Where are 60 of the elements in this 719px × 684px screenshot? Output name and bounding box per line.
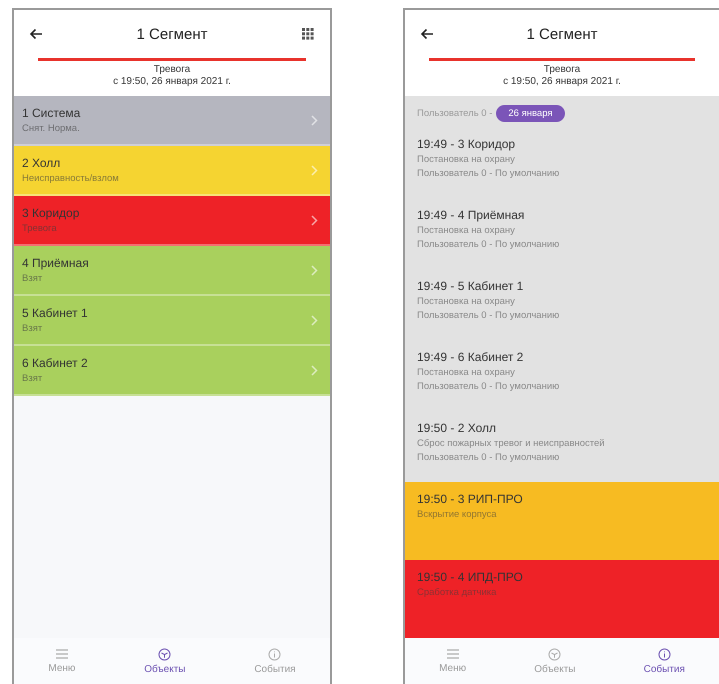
chevron-icon [311, 364, 318, 376]
zone-state: Взят [22, 273, 44, 284]
status-label: Тревога [544, 64, 580, 76]
menu-icon [54, 648, 69, 660]
zone-state: Взят [22, 373, 44, 384]
event-line: Пользователь 0 - [417, 108, 492, 119]
nav-tab[interactable]: События [644, 648, 685, 674]
back-arrow-icon [29, 28, 43, 40]
event-line: Пользователь 0 - По умолчанию [417, 168, 560, 179]
info-icon [268, 648, 282, 660]
event-title: 19:49 - 4 Приёмная [417, 208, 526, 222]
event-line: Постановка на охрану [417, 154, 516, 165]
zone-row[interactable]: 6 Кабинет 2 Взят [14, 346, 330, 396]
event-line: Пользователь 0 - По умолчанию [417, 452, 560, 463]
event-line: Пользователь 0 - По умолчанию [417, 239, 560, 250]
event-title: 19:50 - 3 РИП-ПРО [417, 492, 524, 506]
event-line: Пользователь 0 - По умолчанию [417, 381, 560, 392]
chevron-icon [311, 264, 318, 276]
zone-name: 1 Система [22, 106, 80, 120]
info-icon [658, 648, 671, 660]
event-line: Постановка на охрану [417, 296, 516, 307]
menu-icon [446, 648, 460, 660]
chevron-icon [311, 314, 318, 326]
nav-tab[interactable]: Объекты [144, 648, 186, 674]
zone-state: Неисправность/взлом [22, 173, 119, 184]
event-line: Постановка на охрану [417, 367, 516, 378]
event-title: 19:49 - 3 Коридор [417, 137, 516, 151]
zone-name: 2 Холл [22, 156, 62, 170]
screen-title: 1 Сегмент [526, 26, 598, 42]
chevron-icon [311, 114, 318, 126]
status-time: с 19:50, 26 января 2021 г. [113, 76, 231, 88]
event-line: Вскрытие корпуса [417, 509, 498, 520]
date-badge: 26 января [496, 105, 565, 122]
event-line: Пользователь 0 - По умолчанию [417, 310, 560, 321]
zone-name: 4 Приёмная [22, 256, 89, 270]
event-title: 19:49 - 6 Кабинет 2 [417, 350, 524, 364]
event-line: Постановка на охрану [417, 225, 516, 236]
zone-row[interactable]: 5 Кабинет 1 Взят [14, 296, 330, 346]
event-title: 19:49 - 5 Кабинет 1 [417, 279, 524, 293]
status-time: с 19:50, 26 января 2021 г. [503, 76, 621, 88]
zone-name: 5 Кабинет 1 [22, 306, 88, 320]
event-line: Сброс пожарных тревог и неисправностей [417, 438, 606, 449]
grid-icon [302, 28, 314, 40]
status-label: Тревога [154, 64, 190, 76]
zone-state: Снят. Норма. [22, 123, 80, 134]
event-line: Сработка датчика [417, 587, 498, 598]
back-arrow-icon [420, 28, 434, 40]
event-title: 19:50 - 2 Холл [417, 421, 497, 435]
chevron-icon [311, 214, 318, 226]
zone-state: Тревога [22, 223, 58, 234]
chevron-icon [311, 164, 318, 176]
zone-name: 6 Кабинет 2 [22, 356, 88, 370]
zone-state: Взят [22, 323, 44, 334]
zone-name: 3 Коридор [22, 206, 80, 220]
event-item[interactable]: 19:50 - 3 РИП-ПРО Вскрытие корпуса [405, 482, 719, 560]
zone-row[interactable]: 2 Холл Неисправность/взлом [14, 146, 330, 196]
zone-row[interactable]: 4 Приёмная Взят [14, 246, 330, 296]
screen-title: 1 Сегмент [136, 26, 208, 42]
zone-row[interactable]: 1 Система Снят. Норма. [14, 96, 330, 146]
event-title: 19:50 - 4 ИПД-ПРО [417, 570, 524, 584]
